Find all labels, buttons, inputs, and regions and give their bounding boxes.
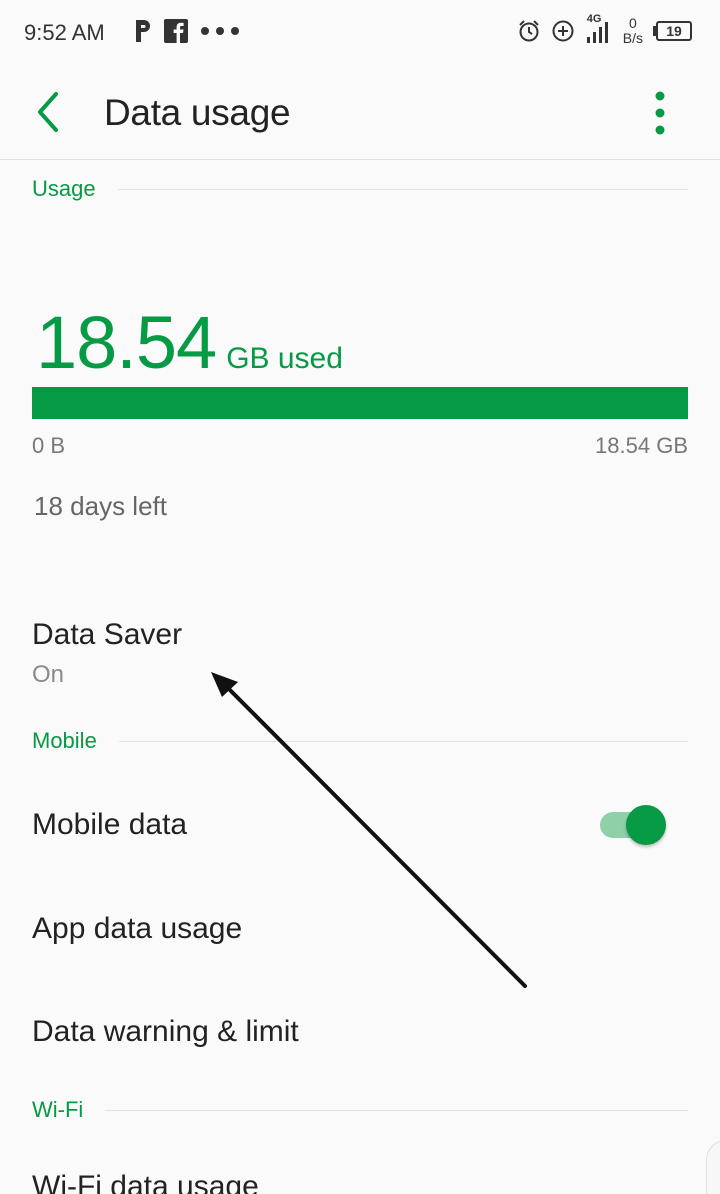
usage-bar-min-label: 0 B <box>32 433 66 458</box>
usage-section-header: Usage <box>32 176 688 202</box>
back-arrow-icon <box>38 92 58 132</box>
section-divider <box>118 740 688 742</box>
status-bar: 9:52 AM 4G 0 B/s 19 <box>0 0 720 66</box>
network-speed: 0 B/s <box>623 16 643 46</box>
data-warning-label: Data warning & limit <box>32 1015 299 1048</box>
battery-icon: 19 <box>656 21 692 41</box>
app-data-usage-label: App data usage <box>32 912 243 945</box>
data-saver-title: Data Saver <box>32 618 183 651</box>
usage-bar-max-label: 18.54 GB <box>595 433 688 458</box>
more-notifications-icon <box>201 27 239 35</box>
data-warning-row[interactable]: Data warning & limit <box>0 984 720 1078</box>
data-saver-icon <box>552 20 574 42</box>
status-time: 9:52 AM <box>24 20 105 45</box>
signal-indicator: 4G <box>585 13 613 45</box>
mobile-section-label: Mobile <box>32 728 97 753</box>
facebook-icon <box>164 19 188 43</box>
mobile-section-header: Mobile <box>32 728 688 754</box>
usage-progress-bar <box>32 387 688 419</box>
network-speed-value: 0 <box>628 15 637 31</box>
alarm-icon <box>519 20 539 42</box>
data-saver-status: On <box>32 661 65 688</box>
system-icons: 4G 0 B/s 19 <box>517 13 692 46</box>
wifi-section-label: Wi-Fi <box>32 1097 84 1122</box>
toggle-knob <box>626 805 666 845</box>
days-left-label: 18 days left <box>34 491 167 521</box>
mobile-data-label: Mobile data <box>32 808 188 841</box>
parking-app-icon <box>136 20 150 42</box>
mobile-data-toggle[interactable] <box>600 803 668 847</box>
data-saver-row[interactable]: Data Saver On <box>0 600 720 700</box>
page-title: Data usage <box>104 92 291 133</box>
network-speed-unit: B/s <box>622 30 643 46</box>
usage-progress-fill <box>32 387 688 419</box>
signal-icon <box>586 22 608 43</box>
back-button[interactable] <box>28 88 72 136</box>
usage-unit: GB used <box>226 342 343 375</box>
section-divider <box>105 1109 688 1111</box>
section-divider <box>117 188 688 190</box>
usage-section-label: Usage <box>32 176 96 201</box>
battery-level: 19 <box>666 23 682 39</box>
usage-summary: 18.54 GB used <box>36 300 343 385</box>
wifi-data-usage-row[interactable]: Wi-Fi data usage <box>0 1140 720 1194</box>
wifi-data-usage-label: Wi-Fi data usage <box>32 1170 259 1194</box>
usage-amount: 18.54 <box>36 301 217 384</box>
app-bar: Data usage <box>0 66 720 160</box>
app-data-usage-row[interactable]: App data usage <box>0 880 720 980</box>
overflow-menu-button[interactable] <box>640 88 680 138</box>
battery-indicator: 19 <box>653 21 692 41</box>
wifi-section-header: Wi-Fi <box>32 1097 688 1123</box>
notification-icons <box>134 18 240 44</box>
more-vert-icon <box>655 91 665 135</box>
